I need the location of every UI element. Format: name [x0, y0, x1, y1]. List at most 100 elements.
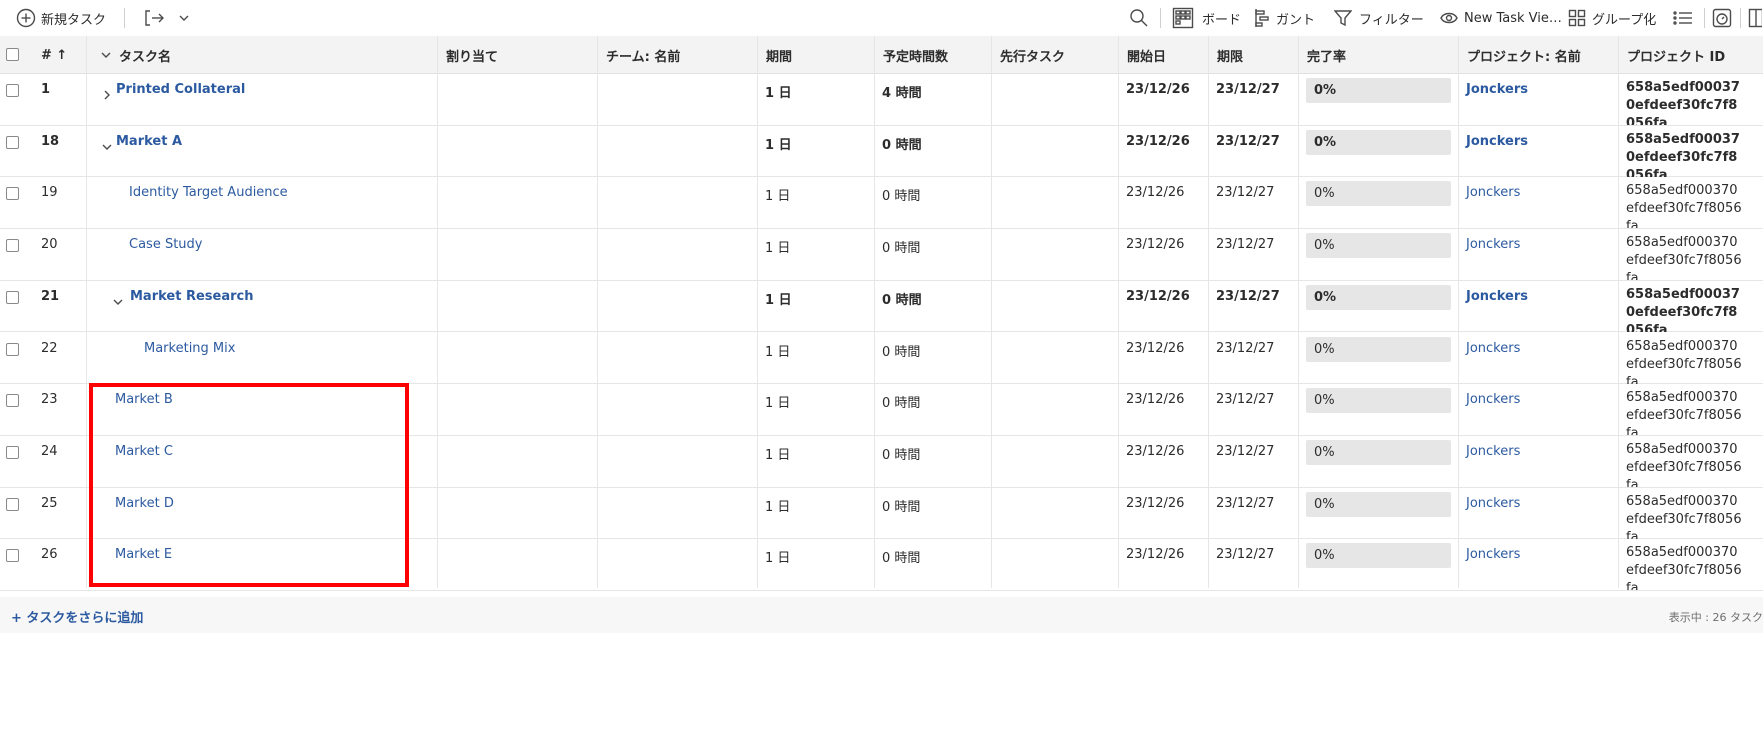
search-button[interactable] [1129, 6, 1149, 30]
task-name-link[interactable]: Market Research [122, 281, 254, 332]
gantt-button[interactable]: ガント [1254, 6, 1315, 30]
col-header-task-name-label: タスク名 [119, 49, 172, 65]
col-header-project-id[interactable]: プロジェクト ID [1619, 36, 1725, 74]
table-row[interactable]: 20 Case Study 1 日 0 時間 23/12/26 23/12/27 0% Jon… [0, 229, 1763, 281]
indent-dropdown[interactable] [178, 6, 190, 30]
project-name-link[interactable]: Jonckers [1458, 229, 1520, 280]
table-row[interactable]: 21 Market Research 1 日 0 時間 23/12/26 23/12/27… [0, 280, 1763, 333]
project-name-link[interactable]: Jonckers [1458, 126, 1528, 177]
select-all-checkbox[interactable] [6, 48, 19, 61]
list-settings-button[interactable] [1673, 6, 1693, 30]
table-row[interactable]: 18 Market A 1 日 0 時間 23/12/26 23/12/27 0% Jonck… [0, 125, 1763, 178]
view-selector[interactable]: New Task Vie… [1440, 6, 1562, 30]
task-name-link[interactable]: Marketing Mix [136, 333, 235, 384]
toolbar-divider [1740, 8, 1741, 28]
due-date-cell: 23/12/27 [1216, 340, 1275, 356]
percent-complete-bar: 0% [1306, 439, 1451, 465]
project-name-link[interactable]: Jonckers [1458, 436, 1520, 487]
row-number: 1 [41, 82, 51, 97]
col-header-due[interactable]: 期限 [1209, 36, 1243, 74]
start-date-cell: 23/12/26 [1126, 392, 1185, 408]
row-checkbox[interactable] [6, 342, 19, 356]
col-header-planned-hours[interactable]: 予定時間数 [875, 36, 948, 74]
col-header-predecessor[interactable]: 先行タスク [992, 36, 1065, 74]
due-date-cell: 23/12/27 [1216, 82, 1280, 97]
task-name-link[interactable]: Identity Target Audience [121, 177, 288, 228]
col-header-duration[interactable]: 期間 [758, 36, 792, 74]
due-date-cell: 23/12/27 [1216, 237, 1275, 253]
list-icon [1673, 11, 1692, 25]
row-checkbox[interactable] [6, 497, 19, 511]
row-checkbox[interactable] [6, 135, 19, 149]
percent-complete-bar: 0% [1306, 336, 1451, 362]
percent-complete-bar: 0% [1306, 129, 1451, 155]
row-number: 26 [41, 547, 58, 563]
task-count-label: 表示中 : 26 タスク [1668, 611, 1763, 624]
col-header-num[interactable]: # ↑ [33, 36, 67, 74]
table-row[interactable]: 19 Identity Target Audience 1 日 0 時間 23/12/2… [0, 177, 1763, 230]
col-header-start[interactable]: 開始日 [1119, 36, 1166, 74]
planned-hours-cell: 4 時間 [882, 86, 922, 101]
task-name-link[interactable]: Case Study [121, 229, 202, 280]
indent-button[interactable] [144, 6, 166, 30]
project-name-link[interactable]: Jonckers [1458, 281, 1528, 332]
task-name-link[interactable]: Market A [108, 126, 182, 177]
toolbar-divider [1160, 8, 1161, 28]
column-divider [991, 36, 992, 588]
project-name-link[interactable]: Jonckers [1458, 74, 1528, 125]
table-row[interactable]: 22 Marketing Mix 1 日 0 時間 23/12/26 23/12/27 0%… [0, 332, 1763, 385]
chevron-down-icon [179, 15, 189, 21]
start-date-cell: 23/12/26 [1126, 133, 1190, 149]
planned-hours-cell: 0 時間 [882, 499, 921, 515]
filter-button[interactable]: フィルター [1334, 6, 1424, 30]
project-name-link[interactable]: Jonckers [1458, 333, 1520, 384]
col-header-percent[interactable]: 完了率 [1299, 36, 1346, 74]
board-label: ボード [1202, 12, 1242, 28]
due-date-cell: 23/12/27 [1216, 185, 1275, 201]
row-checkbox[interactable] [6, 187, 19, 201]
indent-icon [145, 10, 164, 26]
new-task-button[interactable]: 新規タスク [16, 6, 106, 30]
project-id-cell: 658a5edf000370efdeef30fc7f8056fa [1626, 183, 1742, 229]
group-icon [1568, 9, 1586, 27]
due-date-cell: 23/12/27 [1216, 392, 1275, 408]
due-date-cell: 23/12/27 [1216, 443, 1275, 459]
board-button[interactable]: ボード [1172, 6, 1241, 30]
add-more-tasks-link[interactable]: + タスクをさらに追加 [11, 607, 143, 626]
project-name-link[interactable]: Jonckers [1458, 539, 1520, 590]
col-header-assignee[interactable]: 割り当て [438, 36, 498, 74]
planned-hours-cell: 0 時間 [882, 344, 921, 360]
col-header-team[interactable]: チーム: 名前 [598, 36, 680, 74]
start-date-cell: 23/12/26 [1126, 443, 1185, 459]
planned-hours-cell: 0 時間 [882, 292, 922, 308]
row-number: 25 [41, 495, 58, 511]
row-checkbox[interactable] [6, 445, 19, 459]
task-name-link[interactable]: Printed Collateral [108, 74, 245, 125]
project-name-link[interactable]: Jonckers [1458, 384, 1520, 435]
group-button[interactable]: グループ化 [1568, 6, 1656, 30]
project-name-link[interactable]: Jonckers [1458, 488, 1520, 539]
due-date-cell: 23/12/27 [1216, 133, 1280, 149]
percent-complete-bar: 0% [1306, 388, 1451, 414]
project-name-link[interactable]: Jonckers [1458, 177, 1520, 228]
board-icon [1172, 7, 1194, 29]
row-checkbox[interactable] [6, 239, 19, 253]
panel-toggle-button[interactable] [1748, 6, 1762, 30]
row-checkbox[interactable] [6, 549, 19, 563]
column-divider [1118, 36, 1119, 588]
duration-cell: 1 日 [765, 241, 791, 257]
planned-hours-cell: 0 時間 [882, 551, 921, 567]
row-checkbox[interactable] [6, 290, 19, 304]
row-checkbox[interactable] [6, 84, 19, 97]
table-row[interactable]: 1 Printed Collateral 1 日 4 時間 23/12/26 23/12/… [0, 74, 1763, 126]
column-divider [1298, 36, 1299, 588]
col-header-project-name[interactable]: プロジェクト: 名前 [1459, 36, 1581, 74]
timer-button[interactable] [1712, 6, 1732, 30]
start-date-cell: 23/12/26 [1126, 495, 1185, 511]
duration-cell: 1 日 [765, 86, 792, 101]
row-checkbox[interactable] [6, 394, 19, 408]
percent-complete-bar: 0% [1306, 233, 1451, 259]
col-header-task-name[interactable]: タスク名 [92, 36, 171, 74]
percent-complete-bar: 0% [1306, 78, 1451, 103]
toolbar-divider [124, 8, 125, 28]
